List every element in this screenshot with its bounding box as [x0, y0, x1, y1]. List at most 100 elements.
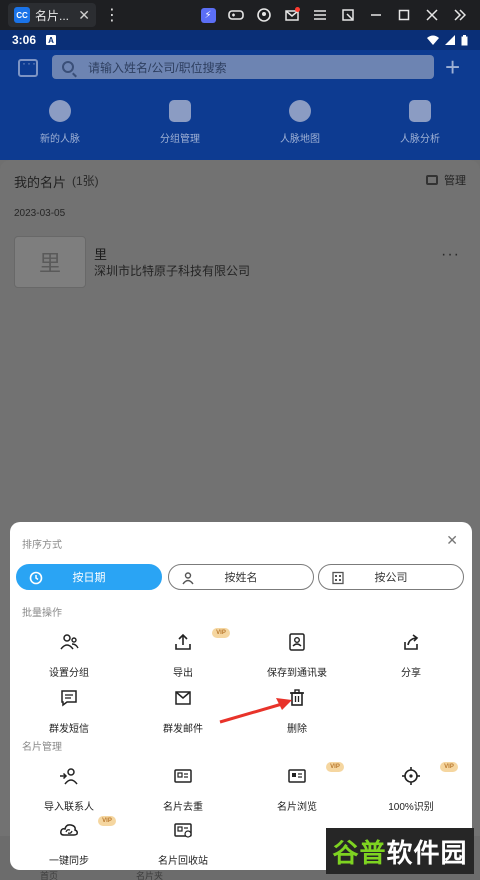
- envelope-icon: [175, 691, 191, 705]
- manage-button[interactable]: 管理: [426, 172, 466, 188]
- vip-badge: VIP: [440, 762, 458, 772]
- card-recycle-icon: [174, 823, 192, 838]
- quick-label: 新的人脉: [40, 134, 80, 145]
- menu-icon[interactable]: [306, 0, 334, 30]
- watermark-part1: 谷普: [332, 837, 387, 868]
- sort-by-date-button[interactable]: 按日期: [16, 564, 162, 590]
- crosshair-icon: [402, 767, 420, 785]
- emulator-toolbar: CC 名片... ✕ ⋮ ⚡: [0, 0, 480, 30]
- manage-browse[interactable]: 名片浏览 VIP: [242, 762, 352, 813]
- app-header: 请输入姓名/公司/职位搜索 + 新的人脉 分组管理 人脉地图 人脉分析: [0, 50, 480, 160]
- batch-label: 群发短信: [49, 724, 89, 735]
- batch-group-sms[interactable]: 群发短信: [14, 688, 124, 735]
- quick-contact-map[interactable]: 人脉地图: [252, 100, 348, 145]
- sort-label: 按公司: [374, 572, 408, 584]
- sort-label: 按日期: [72, 572, 106, 584]
- batch-save-contacts[interactable]: 保存到通讯录: [242, 632, 352, 679]
- gamepad-icon[interactable]: [222, 0, 250, 30]
- manage-label: 导入联系人: [44, 802, 94, 813]
- battery-icon: [461, 34, 468, 45]
- manage-label: 名片浏览: [277, 802, 317, 813]
- quick-group-manage[interactable]: 分组管理: [132, 100, 228, 145]
- manage-import-contacts[interactable]: 导入联系人: [14, 766, 124, 813]
- mail-icon[interactable]: [278, 0, 306, 30]
- search-icon: [62, 61, 74, 73]
- screenshot-icon[interactable]: [334, 0, 362, 30]
- sms-icon: [61, 690, 77, 707]
- cloud-sync-icon: [60, 824, 78, 836]
- bolt-icon[interactable]: ⚡: [194, 0, 222, 30]
- sort-label: 按姓名: [224, 572, 258, 584]
- quick-label: 人脉分析: [400, 134, 440, 145]
- status-bar: 3:06 A: [0, 30, 480, 50]
- batch-section-title: 批量操作: [22, 608, 62, 619]
- site-watermark: 谷普 软件园: [326, 828, 474, 874]
- tab-card-folder[interactable]: 名片夹: [136, 869, 163, 880]
- search-placeholder: 请输入姓名/公司/职位搜索: [88, 60, 227, 75]
- sort-section-title: 排序方式: [22, 540, 62, 551]
- account-icon[interactable]: [250, 0, 278, 30]
- manage-dedupe[interactable]: 名片去重: [128, 766, 238, 813]
- quick-label: 分组管理: [160, 134, 200, 145]
- sort-by-name-button[interactable]: 按姓名: [168, 564, 314, 590]
- manage-label: 名片去重: [163, 802, 203, 813]
- tab-home[interactable]: 首页: [40, 869, 58, 880]
- vip-badge: VIP: [326, 762, 344, 772]
- batch-label: 导出: [173, 668, 193, 679]
- more-icon[interactable]: ···: [441, 246, 460, 264]
- quick-contact-analysis[interactable]: 人脉分析: [372, 100, 468, 145]
- group-icon: [60, 634, 79, 650]
- status-time: 3:06: [12, 33, 37, 47]
- app-tab[interactable]: CC 名片... ✕: [8, 3, 96, 27]
- date-group-header: 2023-03-05: [14, 208, 66, 219]
- manage-recognize[interactable]: 100%识别 VIP: [356, 762, 466, 813]
- contact-book-icon: [289, 633, 305, 651]
- clock-icon: [29, 571, 43, 585]
- batch-set-group[interactable]: 设置分组: [14, 632, 124, 679]
- building-icon: [332, 571, 344, 585]
- card-dedupe-icon: [174, 769, 192, 783]
- close-icon[interactable]: [418, 0, 446, 30]
- import-contact-icon: [60, 768, 78, 785]
- more-menu-icon[interactable]: ⋮: [104, 5, 120, 25]
- add-icon[interactable]: +: [445, 54, 460, 80]
- batch-share[interactable]: 分享: [356, 632, 466, 679]
- my-cards-title: 我的名片: [14, 175, 67, 190]
- person-icon: [182, 572, 194, 585]
- sort-batch-sheet: 排序方式 ✕ 按日期 按姓名 按公司 批量操作 设置分组 导出 VIP 保存到通…: [10, 522, 472, 870]
- batch-label: 设置分组: [49, 668, 89, 679]
- batch-export[interactable]: 导出 VIP: [128, 628, 238, 679]
- sheet-close-icon[interactable]: ✕: [446, 532, 458, 549]
- card-company: 深圳市比特原子科技有限公司: [94, 264, 251, 278]
- annotation-arrow: [219, 698, 292, 724]
- quick-label: 人脉地图: [280, 134, 320, 145]
- card-list-item[interactable]: 里 里 深圳市比特原子科技有限公司 ···: [14, 236, 474, 288]
- maximize-icon[interactable]: [390, 0, 418, 30]
- manage-label: 100%识别: [388, 802, 434, 813]
- quick-new-contacts[interactable]: 新的人脉: [12, 100, 108, 145]
- my-cards-count: (1张): [72, 174, 99, 188]
- sort-by-company-button[interactable]: 按公司: [318, 564, 464, 590]
- vip-badge: VIP: [98, 816, 116, 826]
- minimize-icon[interactable]: [362, 0, 390, 30]
- manage-label: 名片回收站: [158, 856, 208, 867]
- search-input[interactable]: 请输入姓名/公司/职位搜索: [52, 55, 434, 79]
- card-browse-icon: [288, 769, 306, 783]
- chevron-double-right-icon[interactable]: [446, 0, 474, 30]
- card-avatar: 里: [14, 236, 86, 288]
- manage-recycle-bin[interactable]: 名片回收站: [128, 820, 238, 867]
- map-pin-icon: [289, 100, 311, 122]
- app-logo-icon: CC: [14, 7, 30, 23]
- bar-chart-icon: [409, 100, 431, 122]
- share-icon: [404, 634, 419, 650]
- signal-icon: [445, 34, 455, 45]
- card-name: 里: [94, 247, 108, 262]
- message-icon[interactable]: [18, 56, 38, 77]
- manage-label: 一键同步: [49, 856, 89, 867]
- manage-sync[interactable]: 一键同步 VIP: [14, 816, 124, 867]
- batch-label: 保存到通讯录: [267, 668, 327, 679]
- layers-icon: [426, 175, 438, 185]
- batch-label: 分享: [401, 668, 421, 679]
- tab-close-icon[interactable]: ✕: [78, 7, 90, 24]
- tab-title: 名片...: [35, 8, 70, 23]
